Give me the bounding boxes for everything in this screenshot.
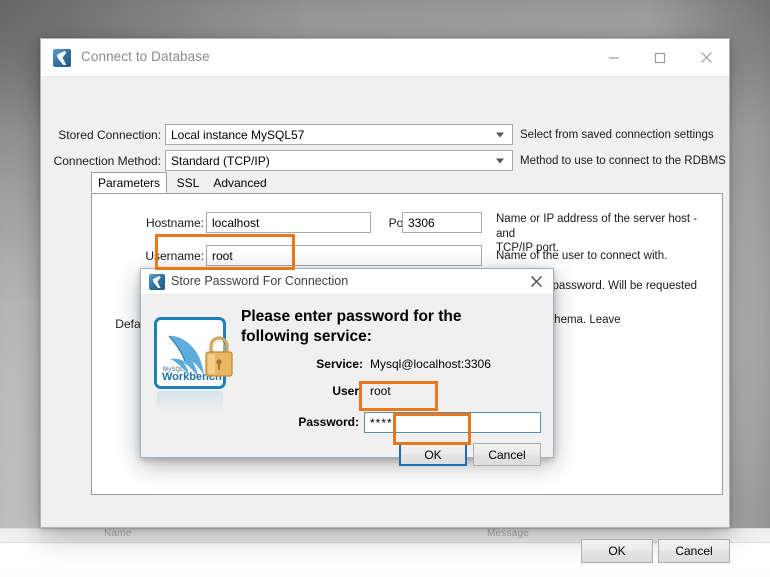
text-caret	[393, 416, 395, 429]
stored-connection-description: Select from saved connection settings	[520, 129, 714, 141]
ok-button[interactable]: OK	[581, 539, 653, 563]
user-value: root	[370, 384, 391, 398]
close-icon	[530, 276, 542, 287]
close-icon	[700, 52, 712, 63]
connection-method-label: Connection Method:	[53, 154, 161, 168]
background-panel-strip	[0, 542, 770, 577]
tab-ssl[interactable]: SSL	[170, 172, 206, 193]
minimize-icon	[609, 56, 619, 59]
stored-connection-label: Stored Connection:	[58, 128, 161, 142]
tab-ssl-label: SSL	[176, 175, 200, 190]
username-description: Name of the user to connect with.	[496, 250, 668, 262]
password-prompt: Please enter password for the following …	[241, 308, 462, 345]
close-button[interactable]	[683, 39, 729, 76]
store-password-title: Store Password For Connection	[171, 274, 349, 288]
stored-connection-value: Local instance MySQL57	[171, 127, 305, 142]
inner-password-value: ****	[370, 415, 393, 430]
connection-method-combo[interactable]: Standard (TCP/IP)	[165, 150, 513, 171]
tab-parameters[interactable]: Parameters	[91, 172, 167, 193]
inner-ok-button[interactable]: OK	[399, 443, 467, 466]
port-input[interactable]: 3306	[402, 212, 482, 233]
store-password-dialog: Store Password For Connection MySQL Work…	[140, 268, 554, 466]
cancel-button-label: Cancel	[675, 544, 713, 558]
cancel-button[interactable]: Cancel	[658, 539, 730, 563]
chevron-down-icon	[496, 132, 504, 137]
inner-ok-label: OK	[424, 447, 442, 462]
store-password-titlebar: Store Password For Connection	[141, 269, 553, 295]
maximize-button[interactable]	[637, 39, 683, 76]
username-value: root	[212, 248, 233, 263]
mysql-workbench-icon	[149, 274, 165, 290]
logo-reflection	[157, 391, 223, 413]
username-input[interactable]: root	[206, 245, 482, 266]
window-title: Connect to Database	[81, 49, 210, 64]
inner-cancel-label: Cancel	[488, 447, 526, 462]
inner-cancel-button[interactable]: Cancel	[473, 443, 541, 466]
background-ghost-text-left: Name	[104, 528, 132, 539]
hostname-label: Hostname:	[145, 216, 204, 230]
store-password-body: MySQL Workbench Please enter password fo…	[141, 295, 553, 466]
tab-parameters-label: Parameters	[97, 175, 161, 190]
maximize-icon	[654, 52, 666, 63]
tab-strip: Parameters SSL Advanced	[91, 172, 723, 193]
tab-advanced-label: Advanced	[213, 175, 267, 190]
store-password-close-button[interactable]	[519, 269, 553, 294]
username-label: Username:	[145, 249, 204, 263]
inner-password-label: Password:	[298, 415, 359, 429]
user-label: User:	[332, 384, 363, 398]
ok-button-label: OK	[608, 544, 626, 558]
chevron-down-icon	[496, 158, 504, 163]
service-label: Service:	[316, 357, 363, 371]
tab-advanced[interactable]: Advanced	[208, 172, 272, 193]
hostname-input[interactable]: localhost	[206, 212, 371, 233]
mysql-workbench-icon	[53, 49, 71, 67]
inner-password-input[interactable]: ****	[364, 412, 541, 433]
port-value: 3306	[408, 215, 435, 230]
minimize-button[interactable]	[591, 39, 637, 76]
background-ghost-text-right: Message	[487, 528, 529, 539]
hostname-value: localhost	[212, 215, 260, 230]
padlock-icon	[205, 336, 233, 377]
connection-method-description: Method to use to connect to the RDBMS	[520, 155, 726, 167]
service-value: Mysql@localhost:3306	[370, 357, 491, 371]
stored-connection-combo[interactable]: Local instance MySQL57	[165, 124, 513, 145]
connection-method-value: Standard (TCP/IP)	[171, 153, 270, 168]
window-titlebar: Connect to Database	[41, 39, 729, 77]
